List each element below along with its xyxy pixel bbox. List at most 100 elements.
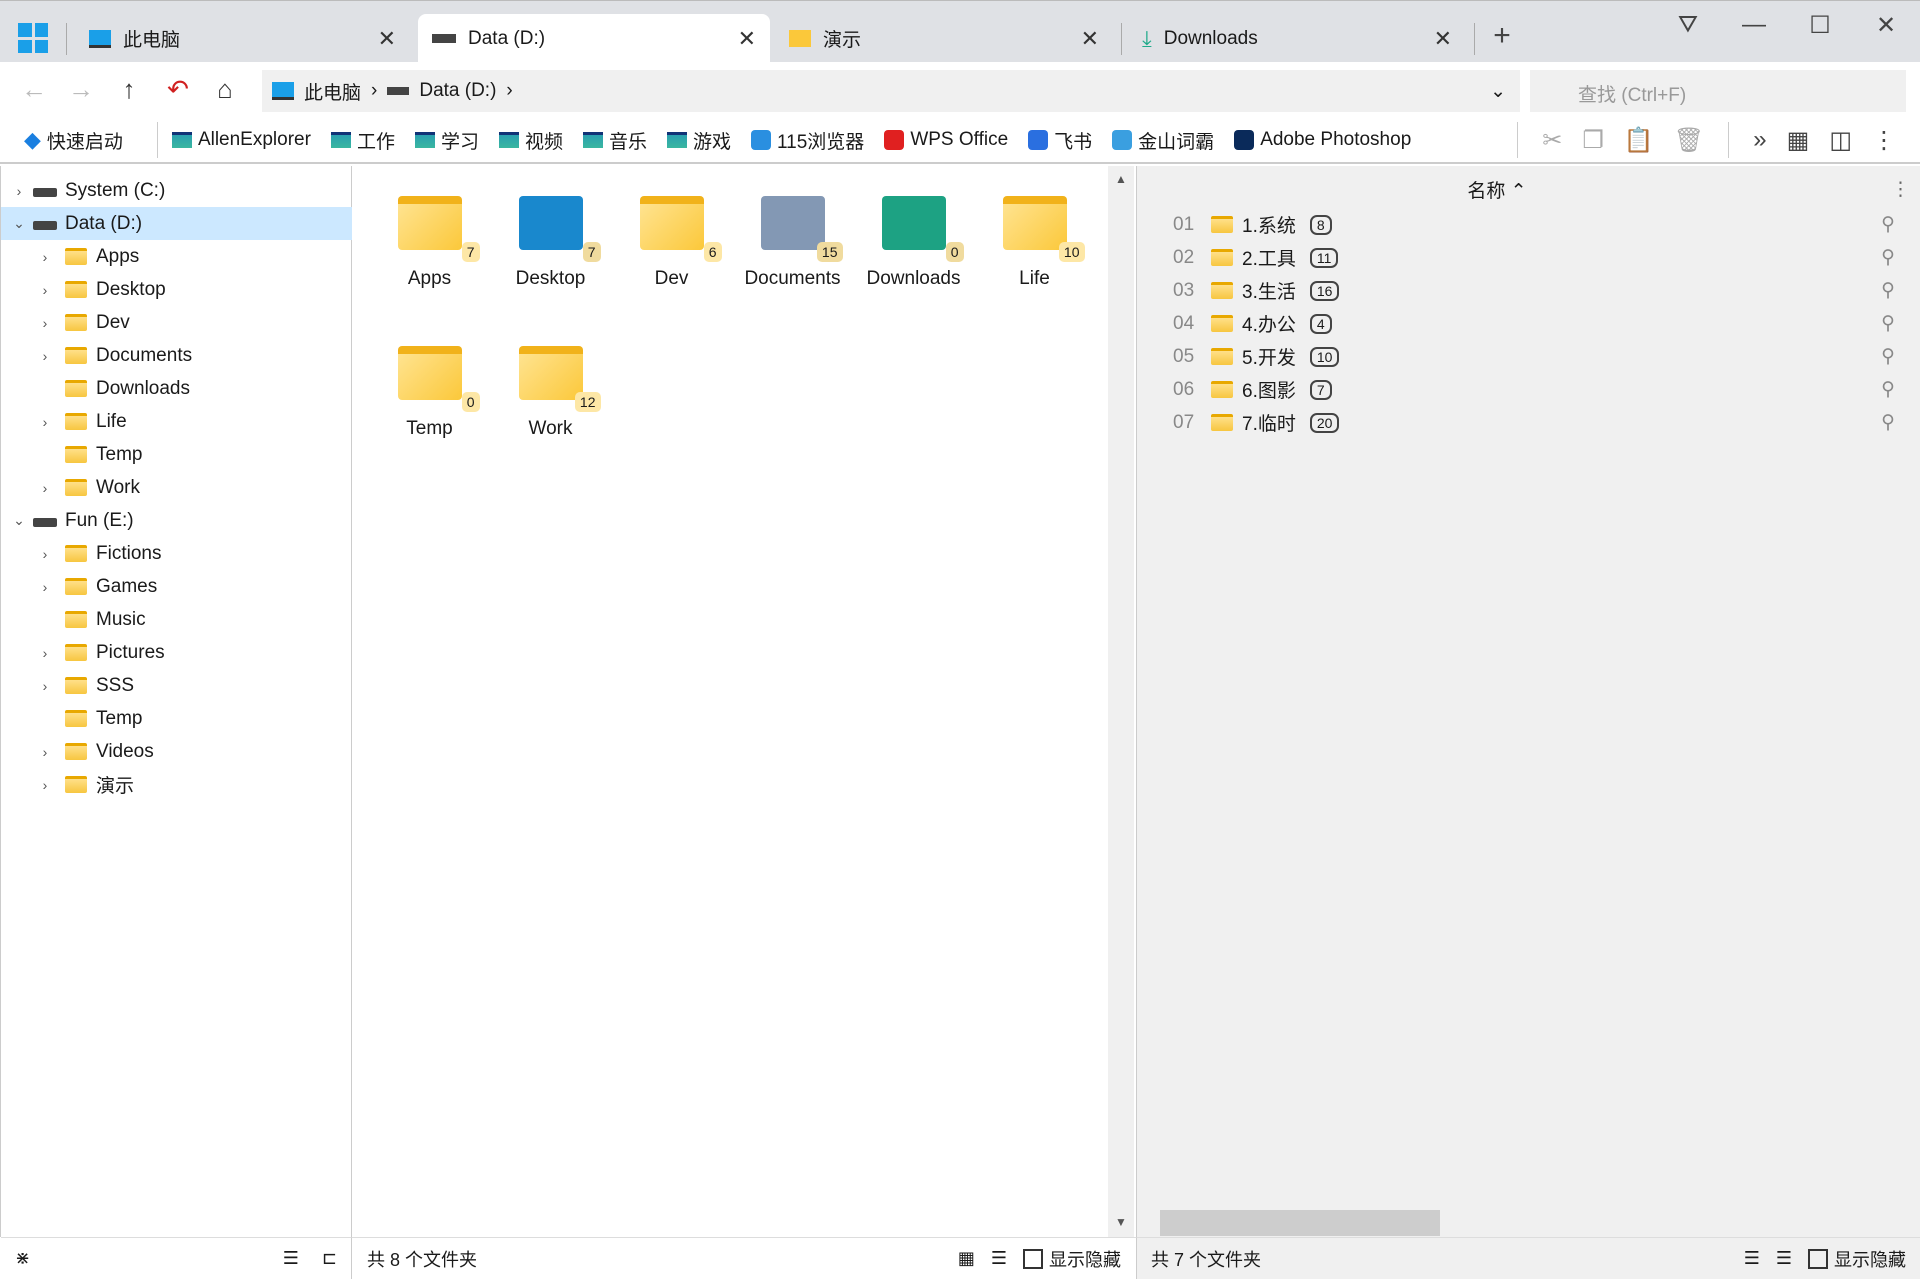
folder-item[interactable]: 7Apps: [369, 196, 490, 290]
chevron-icon[interactable]: ›: [35, 282, 55, 298]
tree-item[interactable]: ›Work: [1, 471, 352, 504]
chevron-icon[interactable]: ›: [35, 678, 55, 694]
list-item[interactable]: 033.生活16⚲: [1137, 274, 1920, 307]
bookmark-item[interactable]: Adobe Photoshop: [1234, 129, 1411, 151]
address-dropdown-icon[interactable]: ⌄: [1490, 80, 1506, 103]
copy-icon[interactable]: ❐: [1582, 126, 1604, 155]
view-grid-icon[interactable]: ▦: [958, 1248, 975, 1269]
bookmark-item[interactable]: 学习: [415, 127, 479, 154]
more-icon[interactable]: »: [1753, 126, 1766, 154]
pin-icon[interactable]: ⚲: [1881, 378, 1895, 401]
list-item[interactable]: 044.办公4⚲: [1137, 307, 1920, 340]
chevron-icon[interactable]: ›: [35, 645, 55, 661]
bookmark-item[interactable]: 视频: [499, 127, 563, 154]
chevron-right-icon[interactable]: ›: [371, 80, 377, 102]
tree-item[interactable]: ›Pictures: [1, 636, 352, 669]
up-button[interactable]: ↑: [111, 74, 147, 105]
horizontal-scrollbar-thumb[interactable]: [1160, 1210, 1440, 1236]
tree-item[interactable]: ›Documents: [1, 339, 352, 372]
tree-item[interactable]: ›Games: [1, 570, 352, 603]
sort-icon[interactable]: ☰: [991, 1248, 1007, 1269]
list-item[interactable]: 055.开发10⚲: [1137, 340, 1920, 373]
folder-item[interactable]: 7Desktop: [490, 196, 611, 290]
folder-item[interactable]: 0Downloads: [853, 196, 974, 290]
column-options-icon[interactable]: ⋮: [1891, 178, 1910, 201]
tree-item[interactable]: ›Apps: [1, 240, 352, 273]
windows-logo-icon[interactable]: [18, 23, 48, 53]
tree-item[interactable]: ›Dev: [1, 306, 352, 339]
maximize-button[interactable]: ☐: [1800, 11, 1840, 40]
tree-item[interactable]: ›Videos: [1, 735, 352, 768]
name-column-header[interactable]: 名称 ⌃: [1137, 176, 1857, 203]
breadcrumb-data-d[interactable]: Data (D:): [419, 80, 496, 102]
vertical-scrollbar[interactable]: ▲▼: [1108, 166, 1134, 1237]
tree-item[interactable]: ›Desktop: [1, 273, 352, 306]
tree-item[interactable]: ⌄Fun (E:): [1, 504, 352, 537]
tree-item[interactable]: Temp: [1, 702, 352, 735]
tree-item[interactable]: ›演示: [1, 768, 352, 801]
show-hidden-checkbox[interactable]: [1808, 1249, 1828, 1269]
grid-view-icon[interactable]: ▦: [1787, 126, 1810, 155]
collapse-all-icon[interactable]: ⋇: [15, 1248, 30, 1269]
pin-icon[interactable]: ⚲: [1881, 312, 1895, 335]
search-input[interactable]: 查找 (Ctrl+F): [1530, 70, 1906, 112]
chevron-icon[interactable]: ›: [35, 249, 55, 265]
undo-button[interactable]: ↶: [160, 74, 196, 105]
tree-item[interactable]: Music: [1, 603, 352, 636]
folder-item[interactable]: 0Temp: [369, 346, 490, 440]
list-item[interactable]: 077.临时20⚲: [1137, 406, 1920, 439]
chevron-icon[interactable]: ›: [35, 414, 55, 430]
bookmark-item[interactable]: 金山词霸: [1112, 127, 1214, 154]
tab-demo[interactable]: 演示✕: [775, 14, 1113, 63]
cut-icon[interactable]: ✂: [1542, 126, 1562, 155]
paste-icon[interactable]: 📋: [1624, 126, 1654, 155]
chevron-icon[interactable]: ›: [35, 777, 55, 793]
pin-icon[interactable]: ⚲: [1881, 345, 1895, 368]
delete-icon[interactable]: 🗑: [1674, 126, 1704, 155]
folder-item[interactable]: 10Life: [974, 196, 1095, 290]
home-button[interactable]: ⌂: [207, 74, 243, 105]
chevron-icon[interactable]: ›: [35, 744, 55, 760]
filter-icon[interactable]: ⛛: [1668, 11, 1708, 39]
bookmark-item[interactable]: 工作: [331, 127, 395, 154]
close-tab-icon[interactable]: ✕: [738, 26, 756, 52]
show-hidden-checkbox[interactable]: [1023, 1249, 1043, 1269]
chevron-right-icon[interactable]: ›: [506, 80, 512, 102]
split-pane-icon[interactable]: ◫: [1829, 126, 1852, 155]
close-window-button[interactable]: ✕: [1866, 11, 1906, 40]
pin-icon[interactable]: ⚲: [1881, 411, 1895, 434]
tab-downloads[interactable]: ⤓Downloads✕: [1128, 14, 1466, 63]
bookmark-item[interactable]: ◆快速启动: [24, 127, 123, 154]
chevron-icon[interactable]: ›: [35, 546, 55, 562]
folder-item[interactable]: 12Work: [490, 346, 611, 440]
list-item[interactable]: 022.工具11⚲: [1137, 241, 1920, 274]
close-tab-icon[interactable]: ✕: [1081, 26, 1099, 52]
bookmark-item[interactable]: AllenExplorer: [172, 129, 311, 151]
pin-icon[interactable]: ⚲: [1881, 279, 1895, 302]
bookmark-item[interactable]: 音乐: [583, 127, 647, 154]
sort-icon[interactable]: ☰: [1776, 1248, 1792, 1269]
folder-item[interactable]: 15Documents: [732, 196, 853, 290]
bookmark-item[interactable]: 游戏: [667, 127, 731, 154]
tree-mode-icons[interactable]: ☰ ⊏: [283, 1248, 337, 1269]
chevron-icon[interactable]: ›: [35, 348, 55, 364]
chevron-icon[interactable]: ›: [35, 579, 55, 595]
tree-item[interactable]: ›SSS: [1, 669, 352, 702]
bookmark-item[interactable]: 飞书: [1028, 127, 1092, 154]
minimize-button[interactable]: —: [1734, 11, 1774, 39]
menu-icon[interactable]: ⋮: [1872, 126, 1896, 155]
forward-button[interactable]: →: [63, 74, 99, 105]
folder-item[interactable]: 6Dev: [611, 196, 732, 290]
tree-item[interactable]: ⌄Data (D:): [1, 207, 352, 240]
bookmark-item[interactable]: 115浏览器: [751, 127, 864, 154]
chevron-icon[interactable]: ›: [35, 480, 55, 496]
new-tab-button[interactable]: +: [1482, 19, 1522, 53]
address-bar[interactable]: 此电脑› Data (D:)› ⌄: [262, 70, 1520, 112]
tree-item[interactable]: Downloads: [1, 372, 352, 405]
list-view-icon[interactable]: ☰: [1744, 1248, 1760, 1269]
close-tab-icon[interactable]: ✕: [378, 26, 396, 52]
tree-item[interactable]: ›System (C:): [1, 174, 352, 207]
close-tab-icon[interactable]: ✕: [1434, 26, 1452, 52]
chevron-icon[interactable]: ⌄: [9, 512, 29, 529]
chevron-icon[interactable]: ⌄: [9, 215, 29, 232]
